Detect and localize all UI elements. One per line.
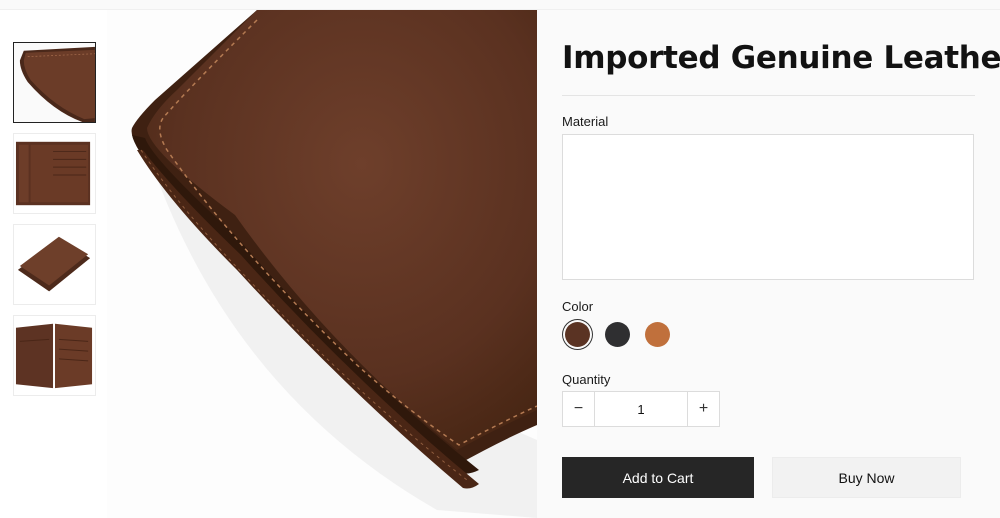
increase-quantity-button[interactable]: + <box>687 392 719 426</box>
color-swatch-brown[interactable] <box>565 322 590 347</box>
material-field[interactable] <box>562 134 974 280</box>
buy-now-button[interactable]: Buy Now <box>772 457 961 498</box>
top-bar <box>0 0 1000 10</box>
thumbnail-wallet-open-front[interactable] <box>13 133 96 214</box>
quantity-input[interactable]: 1 <box>595 392 687 426</box>
wallet-image <box>14 225 95 304</box>
product-main-image <box>107 10 537 518</box>
decrease-quantity-button[interactable]: − <box>563 392 595 426</box>
material-label: Material <box>562 114 609 129</box>
wallet-image <box>14 134 95 213</box>
thumbnail-wallet-closed-angled[interactable] <box>13 224 96 305</box>
color-swatch-tan[interactable] <box>645 322 670 347</box>
thumbnail-wallet-open-cards[interactable] <box>13 315 96 396</box>
wallet-image <box>14 316 95 395</box>
quantity-label: Quantity <box>562 372 611 387</box>
thumbnail-wallet-closed-corner[interactable] <box>13 42 96 123</box>
wallet-image <box>14 43 95 122</box>
wallet-image <box>107 10 537 518</box>
color-label: Color <box>562 299 594 314</box>
product-title: Imported Genuine Leather <box>562 40 1000 76</box>
quantity-stepper: − 1 + <box>562 391 720 427</box>
product-details-panel: Imported Genuine Leather Material Color … <box>537 10 1000 518</box>
color-swatch-black[interactable] <box>605 322 630 347</box>
add-to-cart-button[interactable]: Add to Cart <box>562 457 754 498</box>
divider <box>562 95 975 96</box>
